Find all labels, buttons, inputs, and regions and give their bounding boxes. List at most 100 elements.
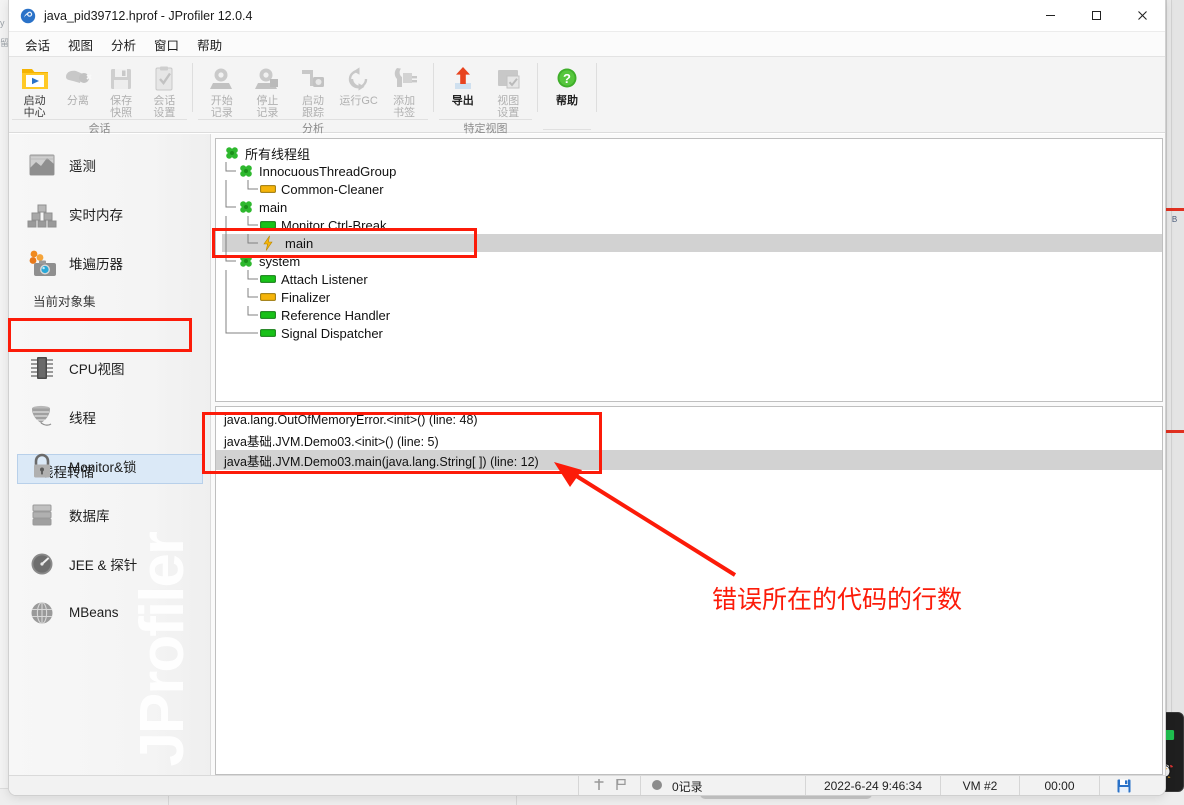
tracking-icon: [298, 64, 328, 94]
clipboard-check-icon: [149, 64, 179, 94]
flag-icon[interactable]: [615, 778, 627, 794]
start-recording-button[interactable]: 开始 记录: [199, 61, 245, 119]
vm-label: VM #2: [940, 775, 1019, 795]
save-snapshot-label: 保存 快照: [110, 95, 133, 119]
tree-row[interactable]: Common-Cleaner: [222, 180, 1162, 198]
detach-button[interactable]: 分离: [56, 61, 99, 107]
sidebar-item-jee-probes[interactable]: JEE & 探针: [9, 539, 210, 588]
sidebar-item-databases-label: 数据库: [69, 508, 110, 524]
menu-view[interactable]: 视图: [60, 32, 101, 57]
sidebar-item-heap-walker-label: 堆遍历器: [69, 256, 123, 272]
window-title: java_pid39712.hprof - JProfiler 12.0.4: [44, 8, 253, 23]
help-button[interactable]: ? 帮助: [544, 61, 590, 107]
tree-row[interactable]: Signal Dispatcher: [222, 324, 1162, 342]
run-gc-label: 运行GC: [339, 95, 378, 107]
start-center-button[interactable]: 启动 中心: [13, 61, 56, 119]
refresh-gc-icon: [344, 64, 374, 94]
add-bookmark-label: 添加 书签: [393, 95, 416, 119]
thread-bar-icon: [260, 307, 276, 323]
sidebar-item-telemetry[interactable]: 遥测: [9, 140, 210, 189]
save-status-button[interactable]: [1099, 775, 1147, 795]
record-stop-icon: [252, 64, 282, 94]
add-marker-icon[interactable]: [593, 778, 605, 794]
view-settings-button[interactable]: 视图 设置: [486, 61, 532, 119]
duration-label: 00:00: [1019, 775, 1099, 795]
bookmark-add-icon: [389, 64, 419, 94]
stack-row[interactable]: java基础.JVM.Demo03.<init>() (line: 5): [216, 430, 1162, 450]
sidebar-item-mbeans-label: MBeans: [69, 605, 119, 620]
sidebar-item-monitors-locks-label: Monitor&锁: [69, 459, 137, 475]
thread-bar-icon: [260, 289, 276, 305]
start-center-label: 启动 中心: [23, 95, 46, 119]
help-label: 帮助: [556, 95, 578, 107]
sidebar-item-threads[interactable]: 线程: [9, 392, 210, 441]
folder-play-icon: [20, 64, 50, 94]
minimize-button[interactable]: [1027, 0, 1073, 32]
start-tracking-button[interactable]: 启动 跟踪: [290, 61, 336, 119]
ribbon-separator-4: [596, 63, 597, 112]
tree-row[interactable]: system: [222, 252, 1162, 270]
sidebar-item-live-memory-label: 实时内存: [69, 207, 123, 223]
thread-group-icon: [224, 145, 240, 161]
start-recording-label: 开始 记录: [210, 95, 233, 119]
stack-trace-panel[interactable]: java.lang.OutOfMemoryError.<init>() (lin…: [215, 406, 1163, 775]
title-bar: java_pid39712.hprof - JProfiler 12.0.4: [9, 0, 1165, 32]
run-gc-button[interactable]: 运行GC: [336, 61, 382, 107]
save-snapshot-button[interactable]: 保存 快照: [100, 61, 143, 119]
recording-count-label: 0记录: [672, 779, 703, 794]
sidebar-item-monitors-locks[interactable]: Monitor&锁: [9, 441, 210, 490]
tree-row-label: system: [259, 253, 301, 269]
tree-row-label: 所有线程组: [245, 146, 311, 162]
tree-row[interactable]: main: [222, 198, 1162, 216]
session-settings-button[interactable]: 会话 设置: [143, 61, 186, 119]
maximize-button[interactable]: [1073, 0, 1119, 32]
tree-row-label: InnocuousThreadGroup: [259, 163, 397, 179]
ribbon-separator-1: [192, 63, 193, 112]
tree-row[interactable]: InnocuousThreadGroup: [222, 162, 1162, 180]
stack-row-selected[interactable]: java基础.JVM.Demo03.main(java.lang.String[…: [216, 450, 1162, 470]
thread-bar-icon: [260, 271, 276, 287]
ribbon-group-session: 启动 中心 分离 保存 快照 会话 设置 会话: [9, 57, 190, 135]
menu-window[interactable]: 窗口: [146, 32, 187, 57]
start-tracking-label: 启动 跟踪: [301, 95, 324, 119]
ribbon-toolbar: 启动 中心 分离 保存 快照 会话 设置 会话 开始 记录 停止 记录 启动 跟…: [9, 57, 1165, 135]
stop-recording-button[interactable]: 停止 记录: [245, 61, 291, 119]
menu-help[interactable]: 帮助: [189, 32, 230, 57]
lock-icon: [25, 449, 59, 483]
sidebar-item-databases[interactable]: 数据库: [9, 490, 210, 539]
stack-row[interactable]: java.lang.OutOfMemoryError.<init>() (lin…: [216, 410, 1162, 430]
sidebar-item-heap-walker[interactable]: 堆遍历器: [9, 238, 210, 287]
menu-analyze[interactable]: 分析: [103, 32, 144, 57]
status-marker-group: [578, 775, 640, 795]
sidebar-item-cpu-views[interactable]: CPU视图: [9, 343, 210, 392]
tree-row[interactable]: Attach Listener: [222, 270, 1162, 288]
tree-row-label: Common-Cleaner: [281, 181, 384, 197]
tree-row[interactable]: Reference Handler: [222, 306, 1162, 324]
stack-row-label: java.lang.OutOfMemoryError.<init>() (lin…: [224, 413, 478, 427]
tree-row-label: Signal Dispatcher: [281, 325, 383, 341]
recording-status: 0记录: [640, 775, 805, 795]
cpu-chip-icon: [25, 351, 59, 385]
tree-row-label: Reference Handler: [281, 307, 391, 323]
export-button[interactable]: 导出: [440, 61, 486, 107]
tree-row[interactable]: Monitor Ctrl-Break: [222, 216, 1162, 234]
stack-row-label: java基础.JVM.Demo03.main(java.lang.String[…: [224, 454, 539, 469]
thread-tree: 所有线程组 InnocuousThreadGroup Common-Cleane…: [216, 139, 1162, 342]
close-button[interactable]: [1119, 0, 1165, 32]
thread-bar-icon: [260, 181, 276, 197]
detach-label: 分离: [66, 95, 89, 107]
record-dot-icon: [651, 779, 663, 794]
menu-bar: 会话 视图 分析 窗口 帮助: [9, 32, 1165, 57]
sidebar-item-mbeans[interactable]: MBeans: [9, 588, 210, 637]
tree-row[interactable]: 所有线程组: [222, 144, 1162, 162]
thread-bar-icon: [260, 217, 276, 233]
sidebar-item-live-memory[interactable]: 实时内存: [9, 189, 210, 238]
menu-session[interactable]: 会话: [17, 32, 58, 57]
tree-row[interactable]: Finalizer: [222, 288, 1162, 306]
thread-tree-panel[interactable]: 所有线程组 InnocuousThreadGroup Common-Cleane…: [215, 138, 1163, 402]
tree-row-selected[interactable]: main: [222, 234, 1162, 252]
add-bookmark-button[interactable]: 添加 书签: [381, 61, 427, 119]
jprofiler-window: java_pid39712.hprof - JProfiler 12.0.4 会…: [8, 0, 1166, 796]
thread-lightning-icon: [260, 235, 276, 251]
database-icon: [25, 498, 59, 532]
